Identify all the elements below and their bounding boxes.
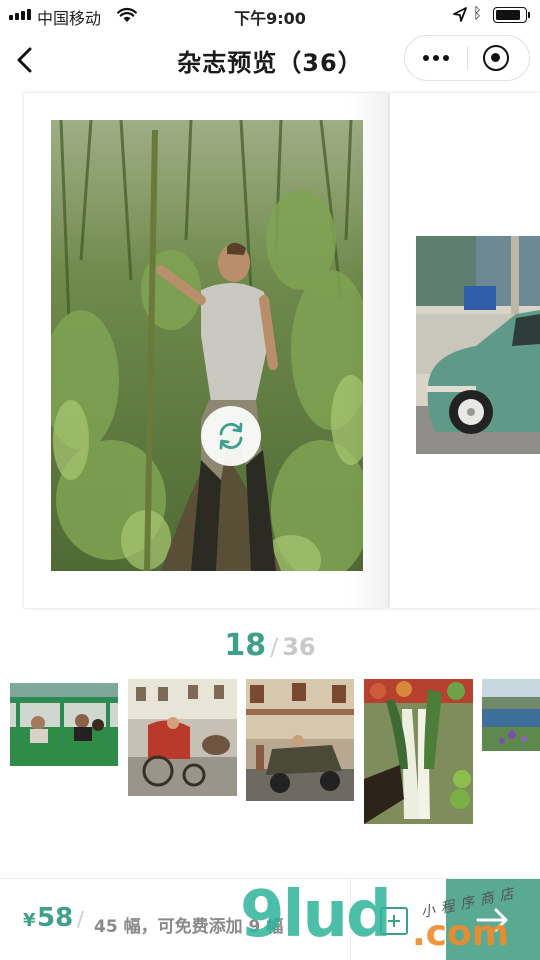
current-page: 18	[224, 628, 267, 663]
close-target-icon[interactable]	[483, 45, 509, 71]
thumbnail-strip[interactable]	[0, 676, 540, 836]
thumbnail-5[interactable]	[482, 679, 540, 751]
magazine-page-right[interactable]	[390, 93, 540, 608]
thumbnail-2[interactable]	[128, 679, 237, 796]
status-bar: 中国移动 下午9:00 ᛒ	[0, 0, 540, 30]
price-currency: ¥	[23, 910, 36, 931]
bluetooth-icon: ᛒ	[473, 4, 483, 22]
mini-program-capsule	[404, 35, 530, 81]
jungle-photo	[51, 120, 363, 571]
location-icon	[453, 7, 467, 22]
car-photo	[416, 236, 540, 454]
price-separator: /	[77, 907, 84, 931]
total-pages: 36	[282, 633, 316, 661]
thumbnail-4[interactable]	[364, 679, 473, 824]
watermark-brand: 9lud	[240, 878, 392, 952]
price-value: 58	[37, 903, 74, 933]
rotate-icon	[219, 422, 243, 450]
capsule-divider	[467, 47, 468, 69]
thumbnail-3[interactable]	[246, 679, 354, 801]
battery-icon	[493, 7, 530, 23]
counter-separator: /	[270, 633, 279, 661]
magazine-page-left[interactable]	[24, 93, 388, 608]
thumbnail-1[interactable]	[10, 683, 118, 766]
more-icon[interactable]	[405, 36, 467, 80]
nav-bar: 杂志预览（36）	[0, 30, 540, 90]
page-counter: 18/36	[0, 628, 540, 663]
rotate-photo-button[interactable]	[201, 406, 261, 466]
magazine-viewer[interactable]	[0, 90, 540, 620]
